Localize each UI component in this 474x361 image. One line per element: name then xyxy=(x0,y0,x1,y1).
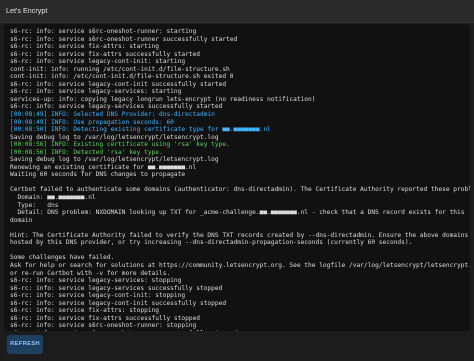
log-line: s6-rc: info: service legacy-services suc… xyxy=(10,284,223,292)
log-line: [00:08:50] INFO: Detecting existing cert… xyxy=(10,126,271,134)
refresh-button[interactable]: REFRESH xyxy=(7,335,43,354)
log-line: s6-rc: info: service legacy-services suc… xyxy=(10,103,223,111)
log-line: Detail: DNS problem: NXDOMAIN looking up… xyxy=(10,209,465,217)
log-line: or re-run Certbot with -v for more detai… xyxy=(10,269,171,277)
log-line: Saving debug log to /var/log/letsencrypt… xyxy=(10,156,219,164)
log-line: s6-rc: info: service fix-attrs: starting xyxy=(10,43,160,51)
log-panel[interactable]: s6-rc: info: service s6rc-oneshot-runner… xyxy=(4,24,470,331)
log-line: services-up: info: copying legacy longru… xyxy=(10,95,316,103)
log-line: [00:08:49] INFO: Selected DNS Provider: … xyxy=(10,111,215,119)
log-line: Certbot failed to authenticate some doma… xyxy=(10,186,470,194)
log-line: s6-rc: info: service fix-attrs successfu… xyxy=(10,314,200,322)
log-line: cont-init: info: /etc/cont-init.d/file-s… xyxy=(10,73,234,81)
log-line: cont-init: info: running /etc/cont-init.… xyxy=(10,65,230,73)
log-line: s6-rc: info: service legacy-cont-init su… xyxy=(10,299,227,307)
log-line: Renewing an existing certificate for ■■.… xyxy=(10,163,197,171)
log-line: Domain: ■■.■■■■■■■.nl xyxy=(10,194,96,202)
log-line: [00:08:56] INFO: Existing certificate us… xyxy=(10,141,230,149)
log-line: Type: dns xyxy=(10,201,59,209)
log-line: s6-rc: info: service legacy-services: st… xyxy=(10,277,182,285)
log-line: s6-rc: info: service fix-attrs: stopping xyxy=(10,307,160,315)
log-line: [00:08:49] INFO: Use propagation seconds… xyxy=(10,118,174,126)
log-line: s6-rc: info: service legacy-cont-init: s… xyxy=(10,58,186,66)
log-line: s6-rc: info: service legacy-cont-init su… xyxy=(10,80,227,88)
log-line: s6-rc: info: service s6rc-oneshot-runner… xyxy=(10,28,197,35)
log-output: s6-rc: info: service s6rc-oneshot-runner… xyxy=(4,24,470,331)
dialog-window: Let's Encrypt s6-rc: info: service s6rc-… xyxy=(0,0,474,361)
log-line: s6-rc: info: service s6rc-oneshot-runner… xyxy=(10,330,464,331)
log-line: s6-rc: info: service legacy-services: st… xyxy=(10,88,182,96)
log-line: s6-rc: info: service legacy-cont-init: s… xyxy=(10,292,186,300)
log-line: Some challenges have failed. xyxy=(10,254,115,262)
log-line: hosted by this DNS provider, or try incr… xyxy=(10,239,413,247)
log-line: s6-rc: info: service s6rc-oneshot-runner… xyxy=(10,322,197,330)
log-line: s6-rc: info: service fix-attrs successfu… xyxy=(10,50,200,58)
log-line: s6-rc: info: service s6rc-oneshot-runner… xyxy=(10,35,238,43)
action-bar: REFRESH xyxy=(0,332,474,361)
log-line: [00:08:56] INFO: Detected 'rsa' key type… xyxy=(10,148,163,156)
log-line: Hint: The Certificate Authority failed t… xyxy=(10,231,470,239)
log-line: Waiting 60 seconds for DNS changes to pr… xyxy=(10,171,186,179)
log-line: Ask for help or search for solutions at … xyxy=(10,261,470,269)
log-line: Saving debug log to /var/log/letsencrypt… xyxy=(10,133,219,141)
log-line: domain xyxy=(10,216,33,224)
window-title: Let's Encrypt xyxy=(0,0,474,23)
